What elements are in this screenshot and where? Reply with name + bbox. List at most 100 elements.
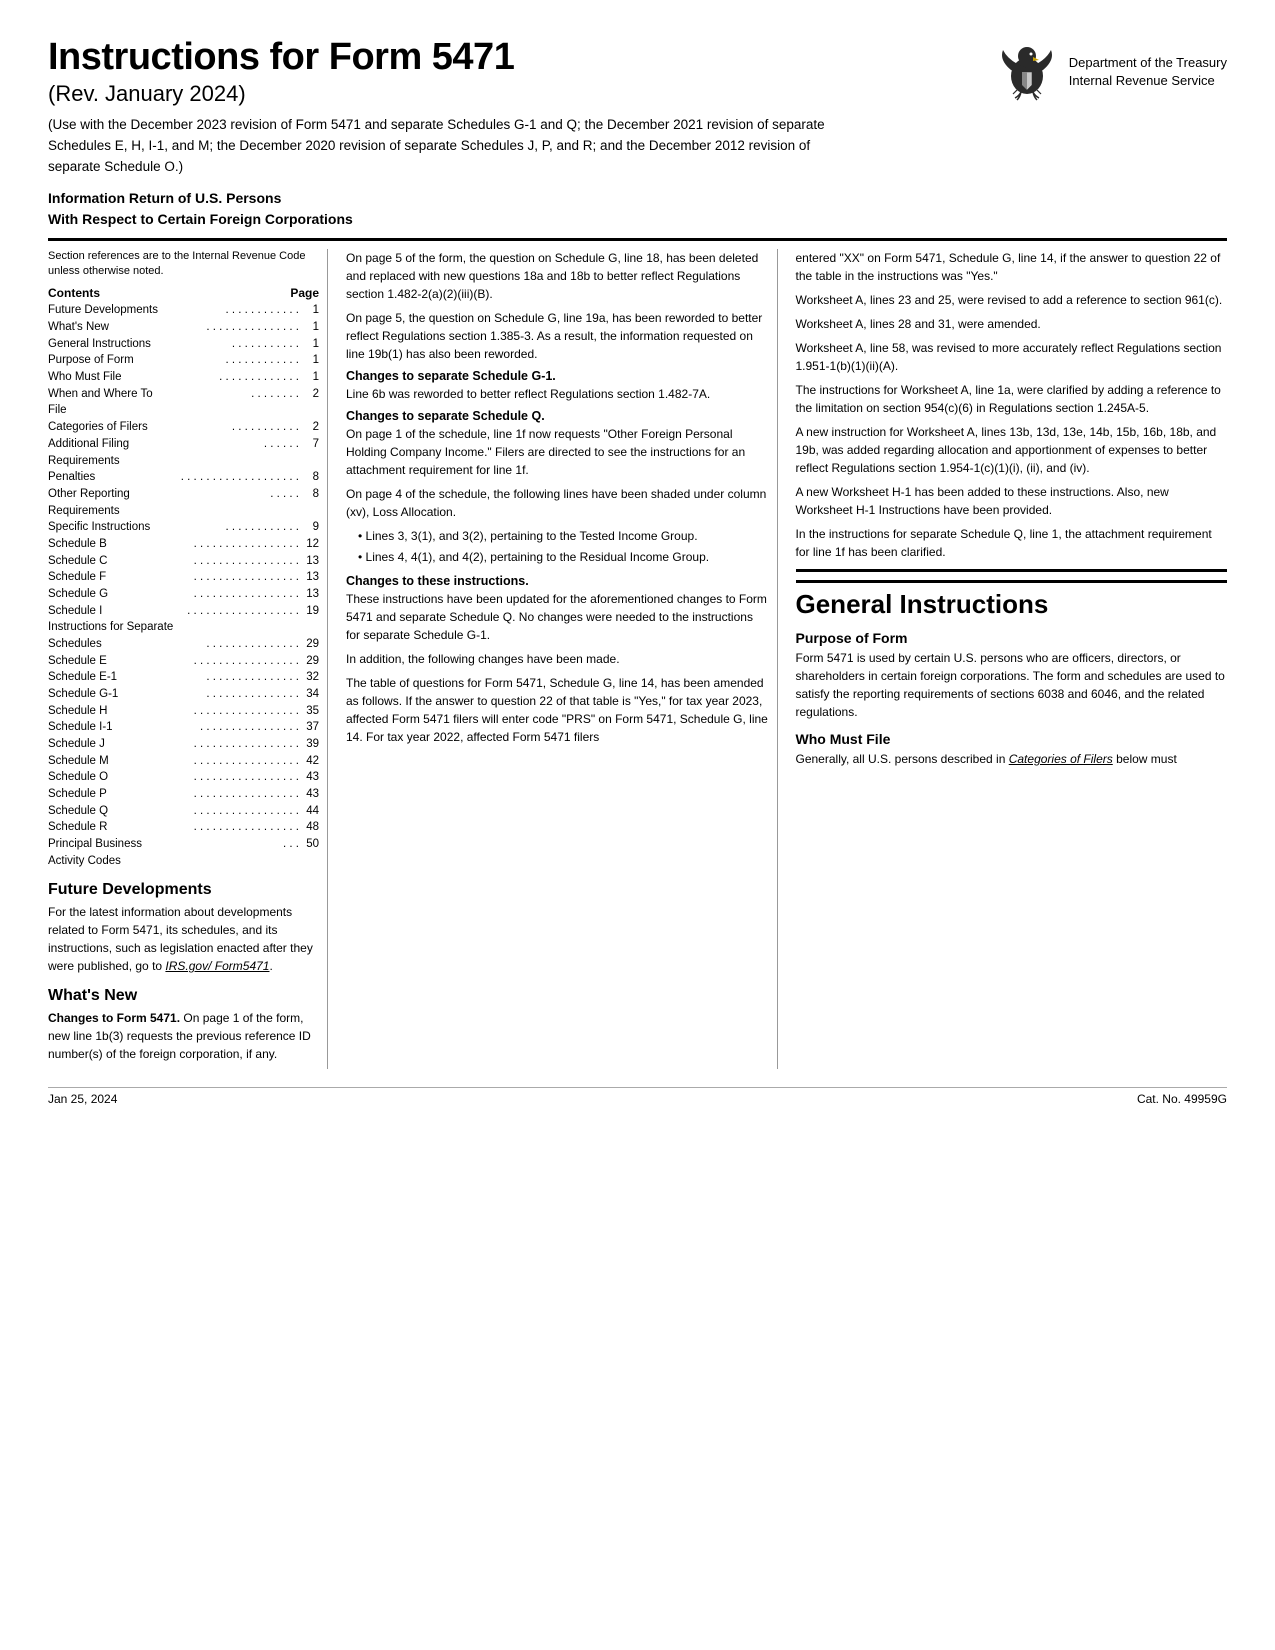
right-para2: Worksheet A, lines 23 and 25, were revis…	[796, 291, 1228, 309]
purpose-body: Form 5471 is used by certain U.S. person…	[796, 649, 1228, 721]
toc-item-dots: . . . . . . . . . . . . . . . . .	[174, 819, 302, 836]
toc-item-label: Schedule E-1	[48, 669, 174, 686]
toc-item-label: Schedule P	[48, 786, 174, 803]
toc-item: Purpose of Form. . . . . . . . . . . .1	[48, 352, 319, 369]
toc-item: Schedule E. . . . . . . . . . . . . . . …	[48, 653, 319, 670]
toc-item-label: Schedule H	[48, 703, 174, 720]
irs-eagle-icon	[995, 40, 1059, 104]
toc-item-dots: . . . . . . . . . . . . . . .	[174, 686, 302, 703]
toc-item-label: Other Reporting Requirements	[48, 486, 174, 519]
sched-q-heading: Changes to separate Schedule Q.	[346, 409, 769, 423]
irs-agency-text: Department of the Treasury Internal Reve…	[1069, 54, 1227, 90]
bullet1: Lines 3, 3(1), and 3(2), pertaining to t…	[358, 527, 769, 545]
main-content-grid: Section references are to the Internal R…	[48, 249, 1227, 1070]
toc-item: Schedule P. . . . . . . . . . . . . . . …	[48, 786, 319, 803]
toc-item-page: 1	[301, 369, 319, 386]
toc-item: Schedule Q. . . . . . . . . . . . . . . …	[48, 803, 319, 820]
toc-item-label: Schedules	[48, 636, 174, 653]
sched-g1-heading: Changes to separate Schedule G-1.	[346, 369, 769, 383]
toc-item-dots: . . . . . .	[174, 436, 302, 469]
changes-instructions-heading: Changes to these instructions.	[346, 574, 769, 588]
form-bold-title: Information Return of U.S. Persons With …	[48, 188, 1227, 230]
toc-item-dots: . . .	[174, 836, 302, 869]
toc-item: Schedule E-1. . . . . . . . . . . . . . …	[48, 669, 319, 686]
toc-item: Principal Business Activity Codes. . .50	[48, 836, 319, 869]
irs-link: IRS.gov/ Form5471	[165, 959, 269, 973]
footer-cat: Cat. No. 49959G	[1137, 1092, 1227, 1106]
toc-item-dots: . . . . . . . . . . . . . . . .	[174, 719, 302, 736]
toc-item: Instructions for Separate	[48, 619, 319, 636]
toc-item-dots: . . . . . . . . . . . . .	[174, 369, 302, 386]
toc-item-page: 37	[301, 719, 319, 736]
toc-item-page: 8	[301, 486, 319, 519]
toc-item: Schedule H. . . . . . . . . . . . . . . …	[48, 703, 319, 720]
toc-item-page	[301, 619, 319, 636]
changes-body3: The table of questions for Form 5471, Sc…	[346, 674, 769, 746]
right-para1: entered "XX" on Form 5471, Schedule G, l…	[796, 249, 1228, 285]
irs-logo-area: Department of the Treasury Internal Reve…	[995, 36, 1227, 104]
toc-item-page: 8	[301, 469, 319, 486]
toc-item-page: 34	[301, 686, 319, 703]
toc-item-page: 19	[301, 603, 319, 620]
toc-item-page: 1	[301, 302, 319, 319]
right-para8: In the instructions for separate Schedul…	[796, 525, 1228, 561]
toc-item: General Instructions. . . . . . . . . . …	[48, 336, 319, 353]
toc-item-dots: . . . . . . . . . . . . . . .	[174, 669, 302, 686]
toc-item-label: Schedule M	[48, 753, 174, 770]
page-footer: Jan 25, 2024 Cat. No. 49959G	[48, 1087, 1227, 1106]
sched-q-body2: On page 4 of the schedule, the following…	[346, 485, 769, 521]
toc-item: Schedule F. . . . . . . . . . . . . . . …	[48, 569, 319, 586]
toc-item-page: 13	[301, 553, 319, 570]
toc-item-page: 12	[301, 536, 319, 553]
toc-item-label: Schedule G	[48, 586, 174, 603]
toc-item: Schedule O. . . . . . . . . . . . . . . …	[48, 769, 319, 786]
toc-item-dots: . . . . . . . . . . . . . . . . .	[174, 653, 302, 670]
toc-item-label: What's New	[48, 319, 174, 336]
toc-item: Penalties. . . . . . . . . . . . . . . .…	[48, 469, 319, 486]
right-para4: Worksheet A, line 58, was revised to mor…	[796, 339, 1228, 375]
toc-item-dots: . . . . . . . . . . . . . . .	[174, 636, 302, 653]
toc-item: What's New. . . . . . . . . . . . . . .1	[48, 319, 319, 336]
toc-item-dots: . . . . . . . . . . . . . . . . .	[174, 753, 302, 770]
categories-filers-link: Categories of Filers	[1009, 752, 1113, 766]
toc-item-page: 7	[301, 436, 319, 469]
toc-item-label: Schedule I	[48, 603, 174, 620]
toc-item-page: 29	[301, 636, 319, 653]
toc-item-label: Instructions for Separate	[48, 619, 174, 636]
toc-item-page: 32	[301, 669, 319, 686]
right-column: entered "XX" on Form 5471, Schedule G, l…	[796, 249, 1228, 1070]
subtitle-block: (Use with the December 2023 revision of …	[48, 115, 828, 178]
toc-item-dots: . . . . . . . . . . . . . . . . . .	[174, 603, 302, 620]
toc-item-label: Schedule Q	[48, 803, 174, 820]
toc-item-page: 48	[301, 819, 319, 836]
toc-item-dots: . . . . . . . . . . . . . . . . .	[174, 736, 302, 753]
toc-item-dots: . . . . . . . . . . . .	[174, 352, 302, 369]
toc-item-page: 43	[301, 786, 319, 803]
general-instructions-heading: General Instructions	[796, 580, 1228, 620]
section-ref-text: Section references are to the Internal R…	[48, 249, 319, 279]
toc-item-page: 13	[301, 586, 319, 603]
mid-para2: On page 5, the question on Schedule G, l…	[346, 309, 769, 363]
purpose-heading: Purpose of Form	[796, 630, 1228, 646]
toc-item-label: General Instructions	[48, 336, 174, 353]
toc-item-dots: . . . . . . . . . . . .	[174, 519, 302, 536]
toc-item: Schedule G. . . . . . . . . . . . . . . …	[48, 586, 319, 603]
sched-g1-label: Changes to separate Schedule G-1.	[346, 369, 556, 383]
toc-item-dots	[174, 619, 302, 636]
sched-q-body1: On page 1 of the schedule, line 1f now r…	[346, 425, 769, 479]
right-para3: Worksheet A, lines 28 and 31, were amend…	[796, 315, 1228, 333]
toc-item: Schedule J. . . . . . . . . . . . . . . …	[48, 736, 319, 753]
toc-item-label: Schedule C	[48, 553, 174, 570]
toc-item-dots: . . . . . . . . . . . . . . .	[174, 319, 302, 336]
toc-item-label: Future Developments	[48, 302, 174, 319]
toc-item-dots: . . . . . . . . . . . . . . . . .	[174, 803, 302, 820]
toc-item-page: 2	[301, 419, 319, 436]
toc-item-label: Schedule O	[48, 769, 174, 786]
toc-item: Future Developments. . . . . . . . . . .…	[48, 302, 319, 319]
toc-item-page: 1	[301, 319, 319, 336]
toc-item-label: Schedule R	[48, 819, 174, 836]
toc-item-page: 1	[301, 336, 319, 353]
toc-item-dots: . . . . . . . . . . .	[174, 336, 302, 353]
right-para6: A new instruction for Worksheet A, lines…	[796, 423, 1228, 477]
sched-g1-body: Line 6b was reworded to better reflect R…	[346, 385, 769, 403]
